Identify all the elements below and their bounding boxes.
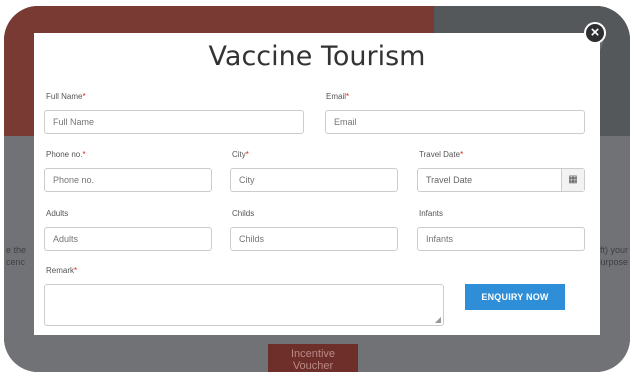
childs-label: Childs: [232, 209, 255, 218]
calendar-icon[interactable]: ▦: [561, 169, 584, 191]
full-name-label: Full Name*: [46, 92, 86, 101]
adults-input[interactable]: [44, 227, 212, 251]
remark-textarea[interactable]: ◢: [44, 284, 444, 326]
email-label: Email*: [326, 92, 350, 101]
enquiry-modal: Vaccine Tourism Full Name* Email* Phone …: [34, 33, 600, 335]
remark-label: Remark*: [46, 266, 78, 275]
travel-date-input[interactable]: Travel Date ▦: [417, 168, 585, 192]
resize-handle-icon[interactable]: ◢: [435, 315, 441, 324]
email-input[interactable]: [325, 110, 585, 134]
travel-date-label: Travel Date*: [419, 150, 464, 159]
modal-title: Vaccine Tourism: [208, 41, 426, 72]
close-icon[interactable]: ×: [584, 22, 606, 44]
background-voucher-badge: Incentive Voucher: [268, 344, 358, 372]
background-left-text: e the cenc: [6, 245, 27, 267]
enquiry-now-button[interactable]: ENQUIRY NOW: [465, 284, 565, 310]
infants-label: Infants: [419, 209, 444, 218]
city-input[interactable]: [230, 168, 398, 192]
city-label: City*: [232, 150, 249, 159]
childs-input[interactable]: [230, 227, 398, 251]
full-name-input[interactable]: [44, 110, 304, 134]
travel-date-placeholder: Travel Date: [426, 175, 473, 185]
adults-label: Adults: [46, 209, 69, 218]
infants-input[interactable]: [417, 227, 585, 251]
phone-label: Phone no.*: [46, 150, 86, 159]
phone-input[interactable]: [44, 168, 212, 192]
